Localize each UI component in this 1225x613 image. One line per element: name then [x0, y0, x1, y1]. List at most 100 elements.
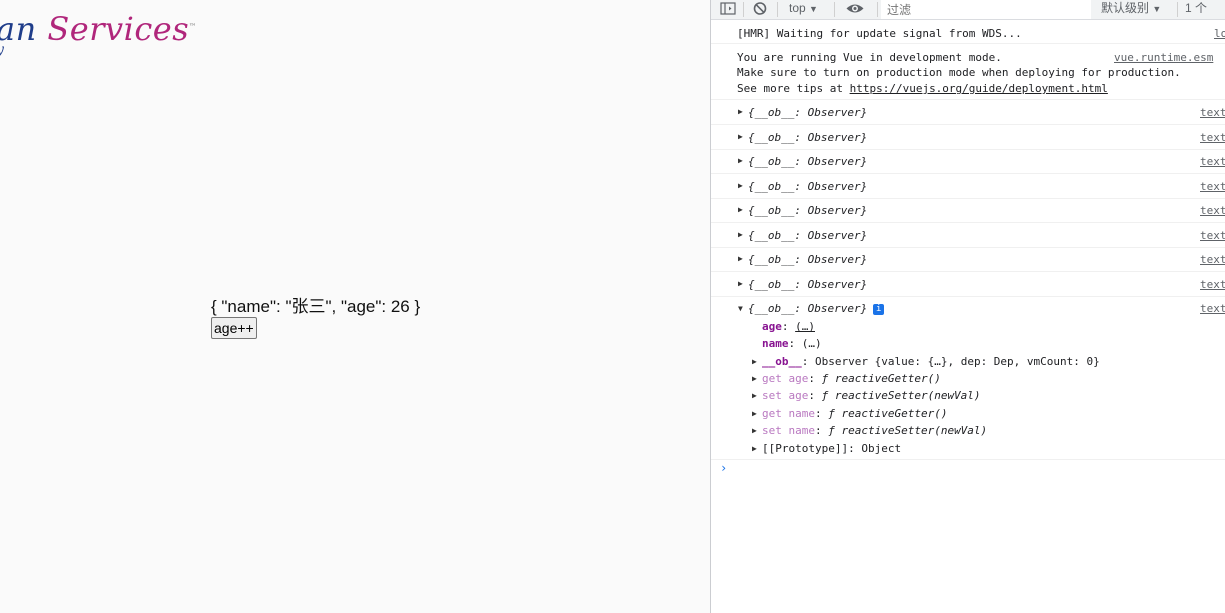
vue-production-line: Make sure to turn on production mode whe… [737, 66, 1181, 79]
logo-text-services: Services [47, 10, 190, 48]
expand-triangle-icon[interactable]: ▶ [738, 156, 743, 165]
toolbar-divider [877, 2, 878, 17]
vue-tips-prefix: See more tips at [737, 82, 850, 95]
expand-triangle-icon[interactable]: ▶ [752, 357, 757, 366]
expand-triangle-icon[interactable]: ▶ [738, 132, 743, 141]
expand-triangle-icon[interactable]: ▶ [738, 279, 743, 288]
console-message: [HMR] Waiting for update signal from WDS… [711, 20, 1225, 44]
property-age: age: (…) [762, 320, 815, 333]
vue-deployment-link[interactable]: https://vuejs.org/guide/deployment.html [850, 82, 1108, 95]
expand-triangle-icon[interactable]: ▶ [752, 444, 757, 453]
vue-tips-line: See more tips at https://vuejs.org/guide… [737, 82, 1108, 95]
log-levels-label: 默认级别 [1101, 1, 1150, 15]
chevron-down-icon: ▼ [1152, 4, 1162, 14]
observer-log-text: {__ob__: Observer} [748, 180, 868, 193]
expand-triangle-icon[interactable]: ▶ [752, 374, 757, 383]
context-selector[interactable]: top ▼ [789, 0, 829, 19]
property-key: __ob__ [762, 355, 802, 368]
log-levels-dropdown[interactable]: 默认级别 ▼ [1101, 0, 1171, 19]
property-value: ƒ reactiveSetter(newVal) [821, 389, 981, 402]
observer-log-row[interactable]: ▶ {__ob__: Observer} text [711, 272, 1225, 297]
property-set-age: set age: ƒ reactiveSetter(newVal) [762, 389, 981, 402]
expand-triangle-icon[interactable]: ▶ [752, 409, 757, 418]
property-name: name: (…) [762, 337, 822, 350]
observer-log-row[interactable]: ▶ {__ob__: Observer} text [711, 149, 1225, 174]
property-key: set age [762, 389, 809, 402]
property-value: Object [861, 442, 902, 455]
expand-triangle-icon[interactable]: ▶ [738, 205, 743, 214]
observer-log-row[interactable]: ▶ {__ob__: Observer} text [711, 174, 1225, 199]
property-get-age: get age: ƒ reactiveGetter() [762, 372, 941, 385]
toolbar-divider [777, 2, 778, 17]
console-message: You are running Vue in development mode.… [711, 44, 1225, 100]
lazy-value[interactable]: (…) [802, 337, 822, 350]
observer-log-text: {__ob__: Observer} [748, 131, 868, 144]
log-source-link[interactable]: vue.runtime.esm [1114, 51, 1225, 64]
observer-log-text: {__ob__: Observer} [748, 106, 868, 119]
console-prompt-icon[interactable]: › [720, 461, 727, 475]
log-source-link[interactable]: text [1200, 204, 1225, 217]
lazy-value[interactable]: (…) [795, 320, 815, 333]
log-source-link[interactable]: text [1200, 302, 1225, 315]
property-key: get age [762, 372, 809, 385]
observer-log-row[interactable]: ▶ {__ob__: Observer} text [711, 100, 1225, 125]
log-source-link[interactable]: lo [1214, 27, 1225, 40]
observer-log-row[interactable]: ▶ {__ob__: Observer} text [711, 223, 1225, 248]
property-value: Observer {value: {…}, dep: Dep, vmCount:… [815, 355, 1100, 368]
eye-icon[interactable] [845, 0, 865, 19]
property-value: ƒ reactiveGetter() [828, 407, 948, 420]
info-icon[interactable]: i [873, 303, 885, 315]
log-source-link[interactable]: text [1200, 180, 1225, 193]
toolbar-divider [834, 2, 835, 17]
hmr-log-text: [HMR] Waiting for update signal from WDS… [737, 27, 1022, 40]
expand-triangle-icon[interactable]: ▶ [752, 426, 757, 435]
app-page: an Services™ y { "name": "张三", "age": 26… [0, 0, 710, 613]
collapse-triangle-icon[interactable]: ▼ [738, 304, 743, 313]
observer-log-text: {__ob__: Observer} [748, 253, 868, 266]
vue-dev-mode-line: You are running Vue in development mode. [737, 51, 1002, 64]
chevron-down-icon: ▼ [809, 4, 818, 14]
log-source-link[interactable]: text [1200, 278, 1225, 291]
property-key: get name [762, 407, 815, 420]
observer-log-row[interactable]: ▶ {__ob__: Observer} text [711, 247, 1225, 272]
property-get-name: get name: ƒ reactiveGetter() [762, 407, 948, 420]
property-value: ƒ reactiveSetter(newVal) [828, 424, 988, 437]
log-source-link[interactable]: text [1200, 106, 1225, 119]
age-increment-button[interactable]: age++ [211, 317, 257, 339]
sidebar-toggle-icon[interactable] [720, 0, 736, 19]
log-source-link[interactable]: text [1200, 155, 1225, 168]
property-ob: __ob__: Observer {value: {…}, dep: Dep, … [762, 355, 1100, 368]
expand-triangle-icon[interactable]: ▶ [738, 230, 743, 239]
log-source-link[interactable]: text [1200, 131, 1225, 144]
property-key: name [762, 337, 789, 350]
observer-log-text: {__ob__: Observer} [748, 229, 868, 242]
toolbar-divider [1177, 2, 1178, 17]
property-key: [[Prototype]] [762, 442, 849, 455]
filter-input[interactable] [881, 0, 1091, 19]
logo-text-a: an [0, 10, 48, 48]
observer-log-row[interactable]: ▶ {__ob__: Observer} text [711, 198, 1225, 223]
clear-console-icon[interactable] [752, 0, 768, 19]
log-source-link[interactable]: text [1200, 229, 1225, 242]
services-logo: an Services™ y [0, 10, 197, 58]
issues-counter[interactable]: 1 个 [1185, 0, 1225, 19]
toolbar-divider [743, 2, 744, 17]
observer-log-row[interactable]: ▶ {__ob__: Observer} text [711, 125, 1225, 150]
property-set-name: set name: ƒ reactiveSetter(newVal) [762, 424, 988, 437]
expand-triangle-icon[interactable]: ▶ [752, 391, 757, 400]
devtools-console-panel: top ▼ 默认级别 ▼ 1 个 [HMR] Waiting for updat… [710, 0, 1225, 613]
expanded-observer-entry: ▼ {__ob__: Observer} i text age: (…) name… [711, 296, 1225, 460]
json-output: { "name": "张三", "age": 26 } [211, 297, 421, 316]
observer-summary: {__ob__: Observer} [748, 302, 868, 315]
observer-log-text: {__ob__: Observer} [748, 155, 868, 168]
expand-triangle-icon[interactable]: ▶ [738, 107, 743, 116]
property-key: age [762, 320, 782, 333]
log-source-link[interactable]: text [1200, 253, 1225, 266]
console-toolbar: top ▼ 默认级别 ▼ 1 个 [711, 0, 1225, 20]
property-prototype: [[Prototype]]: Object [762, 442, 902, 455]
console-messages: [HMR] Waiting for update signal from WDS… [711, 20, 1225, 613]
logo-trademark: ™ [189, 22, 197, 31]
observer-log-text: {__ob__: Observer} [748, 278, 868, 291]
expand-triangle-icon[interactable]: ▶ [738, 181, 743, 190]
expand-triangle-icon[interactable]: ▶ [738, 254, 743, 263]
